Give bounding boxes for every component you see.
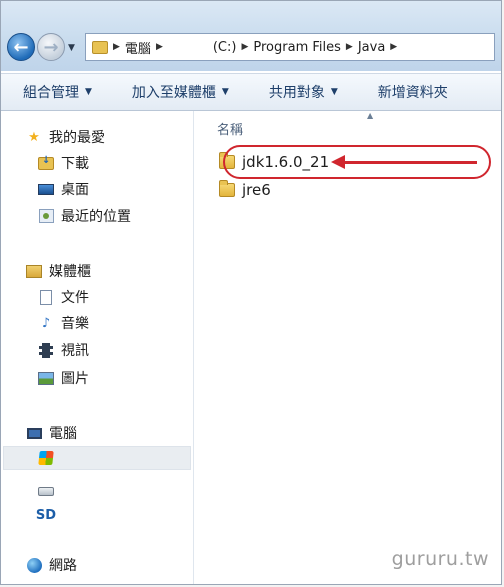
include-in-library-button[interactable]: 加入至媒體櫃 ▼ [112,82,249,102]
nav-downloads[interactable]: 下載 [37,151,89,175]
desktop-icon [38,183,54,195]
libraries-icon [26,264,42,278]
caret-down-icon: ▼ [85,87,92,97]
downloads-icon [38,155,54,170]
nav-computer[interactable]: 電腦 [25,421,77,445]
nav-documents[interactable]: 文件 [37,285,89,309]
file-list-pane: ▲ 名稱 jdk1.6.0_21 jre6 [195,111,501,584]
address-bar[interactable]: ▶ 電腦 ▶ (C:) ▶ Program Files ▶ Java ▶ [85,33,495,61]
explorer-window: ← → ▼ ▶ 電腦 ▶ (C:) ▶ Program Files ▶ Java… [0,0,502,585]
nav-desktop-label: 桌面 [61,182,89,198]
nav-network-label: 網路 [49,558,77,574]
nav-libraries[interactable]: 媒體櫃 [25,259,91,283]
history-dropdown-icon[interactable]: ▼ [68,43,75,53]
navigation-pane: ★ 我的最愛 下載 桌面 最近的位置 媒體櫃 文件 ♪ 音樂 視訊 [1,111,194,584]
nav-recent[interactable]: 最近的位置 [37,204,131,228]
nav-sd-card[interactable]: SD [35,503,61,527]
nav-drive-c-selected[interactable] [3,446,191,470]
breadcrumb-program-files[interactable]: Program Files [253,40,341,55]
breadcrumb-drive-c[interactable]: (C:) [213,40,237,55]
star-icon: ★ [28,129,40,145]
back-arrow-icon: ← [13,36,29,58]
windows-drive-icon [38,451,54,465]
music-note-icon: ♪ [41,315,51,331]
nav-videos-label: 視訊 [61,343,89,359]
computer-icon [26,427,42,439]
annotation-arrow-icon [331,155,345,169]
folder-icon [92,40,108,54]
picture-icon [38,371,54,385]
forward-button[interactable]: → [37,33,65,61]
file-item-jre[interactable]: jre6 [219,178,271,202]
file-name: jre6 [242,181,271,199]
nav-recent-label: 最近的位置 [61,209,131,225]
film-icon [39,342,53,358]
breadcrumb-computer[interactable]: 電腦 [125,38,151,57]
breadcrumb-separator-icon[interactable]: ▶ [156,42,163,52]
nav-network[interactable]: 網路 [25,553,77,577]
breadcrumb-java[interactable]: Java [358,40,385,55]
nav-videos[interactable]: 視訊 [37,338,89,362]
nav-favorites-label: 我的最愛 [49,130,105,146]
breadcrumb-separator-icon[interactable]: ▶ [113,42,120,52]
nav-documents-label: 文件 [61,290,89,306]
caret-down-icon: ▼ [330,87,338,97]
nav-pictures-label: 圖片 [61,371,89,387]
nav-favorites[interactable]: ★ 我的最愛 [25,125,105,149]
breadcrumb-separator-icon[interactable]: ▶ [390,42,397,52]
nav-libraries-label: 媒體櫃 [49,264,91,280]
nav-pictures[interactable]: 圖片 [37,366,89,390]
annotation-arrow-shaft [345,161,477,164]
network-icon [26,557,42,573]
breadcrumb-separator-icon[interactable]: ▶ [241,42,248,52]
nav-music-label: 音樂 [61,316,89,332]
share-label: 共用對象 [268,85,325,101]
sd-card-icon: SD [35,507,57,523]
back-button[interactable]: ← [7,33,35,61]
nav-music[interactable]: ♪ 音樂 [37,311,89,335]
title-address-area: ← → ▼ ▶ 電腦 ▶ (C:) ▶ Program Files ▶ Java… [1,1,501,71]
recent-places-icon [38,209,54,223]
share-with-button[interactable]: 共用對象 ▼ [249,82,358,102]
nav-local-disk-c[interactable] [37,446,61,470]
organize-button[interactable]: 組合管理 ▼ [1,82,112,102]
folder-icon [219,180,235,197]
breadcrumb-separator-icon[interactable]: ▶ [346,42,353,52]
drive-icon [38,486,54,496]
nav-desktop[interactable]: 桌面 [37,177,89,201]
watermark: gururu.tw [391,548,489,570]
column-header-name[interactable]: 名稱 [217,119,243,138]
include-label: 加入至媒體櫃 [131,85,216,101]
document-icon [40,289,52,305]
new-folder-label: 新增資料夾 [377,85,448,101]
nav-removable-drive[interactable] [37,479,61,503]
caret-down-icon: ▼ [221,87,229,97]
nav-computer-label: 電腦 [49,426,77,442]
forward-arrow-icon: → [43,36,59,58]
sort-arrow-icon: ▲ [367,111,374,120]
nav-downloads-label: 下載 [61,156,89,172]
command-bar: 組合管理 ▼ 加入至媒體櫃 ▼ 共用對象 ▼ 新增資料夾 [1,73,501,111]
organize-label: 組合管理 [23,85,79,101]
new-folder-button[interactable]: 新增資料夾 [358,82,468,102]
